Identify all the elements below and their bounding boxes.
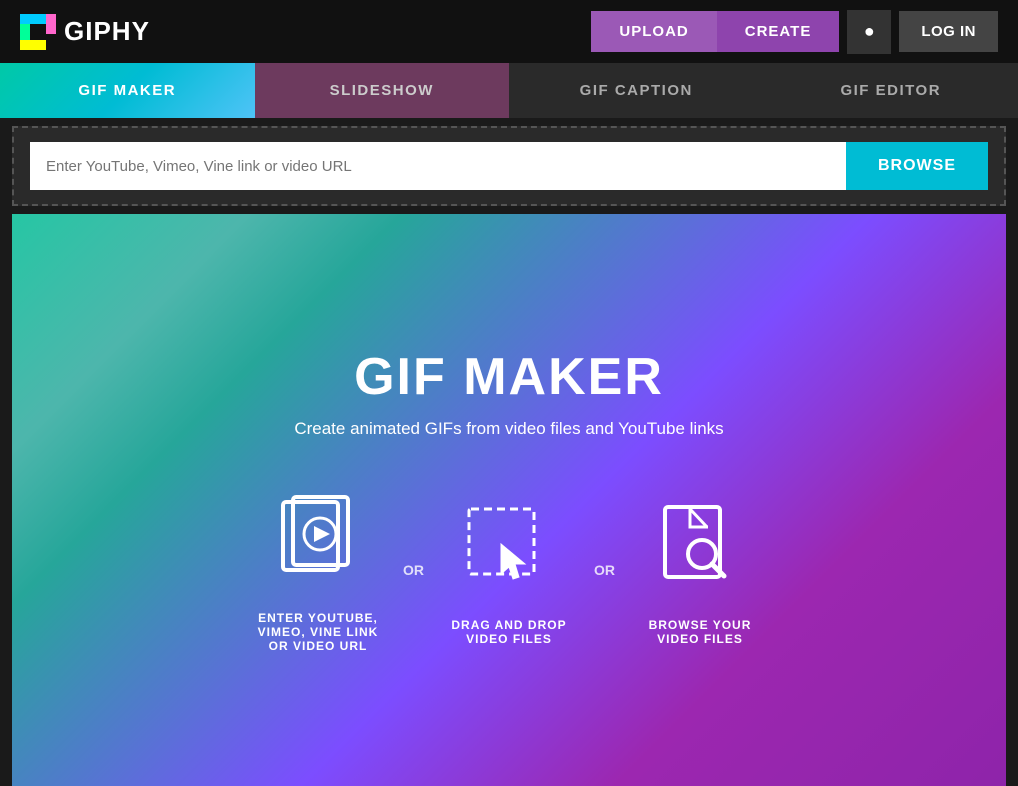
logo-text: GIPHY [64,16,150,47]
upload-button[interactable]: UPLOAD [591,11,716,52]
browse-files-icon [645,494,755,604]
drag-drop-icon [454,494,564,604]
main-content: GIF MAKER Create animated GIFs from vide… [12,214,1006,786]
step-drag-drop: DRAG AND DROP VIDEO FILES [444,494,574,646]
step-drag-drop-label: DRAG AND DROP VIDEO FILES [444,618,574,646]
header: GIPHY UPLOAD CREATE ● LOG IN [0,0,1018,63]
step-browse-label: BROWSE YOUR VIDEO FILES [635,618,765,646]
tab-gif-maker[interactable]: GIF MAKER [0,63,255,118]
giphy-logo-icon [20,14,56,50]
enter-url-icon [263,487,373,597]
browse-button[interactable]: BROWSE [846,142,988,190]
input-section: BROWSE [12,126,1006,206]
create-button[interactable]: CREATE [717,11,840,52]
or-label-2: OR [594,562,615,578]
login-button[interactable]: LOG IN [899,11,998,52]
step-enter-url: ENTER YOUTUBE, VIMEO, VINE LINK OR VIDEO… [253,487,383,653]
tabs: GIF MAKER SLIDESHOW GIF CAPTION GIF EDIT… [0,63,1018,118]
or-label-1: OR [403,562,424,578]
icons-row: ENTER YOUTUBE, VIMEO, VINE LINK OR VIDEO… [253,487,765,653]
step-browse: BROWSE YOUR VIDEO FILES [635,494,765,646]
tab-gif-caption[interactable]: GIF CAPTION [509,63,764,118]
url-input[interactable] [30,142,846,190]
main-title: GIF MAKER [354,347,664,407]
tab-gif-editor[interactable]: GIF EDITOR [764,63,1018,118]
logo-area: GIPHY [20,14,150,50]
header-right: UPLOAD CREATE ● LOG IN [591,10,998,54]
user-button[interactable]: ● [847,10,891,54]
user-icon: ● [864,21,875,42]
step-enter-url-label: ENTER YOUTUBE, VIMEO, VINE LINK OR VIDEO… [253,611,383,653]
main-subtitle: Create animated GIFs from video files an… [294,419,723,439]
tab-slideshow[interactable]: SLIDESHOW [255,63,510,118]
